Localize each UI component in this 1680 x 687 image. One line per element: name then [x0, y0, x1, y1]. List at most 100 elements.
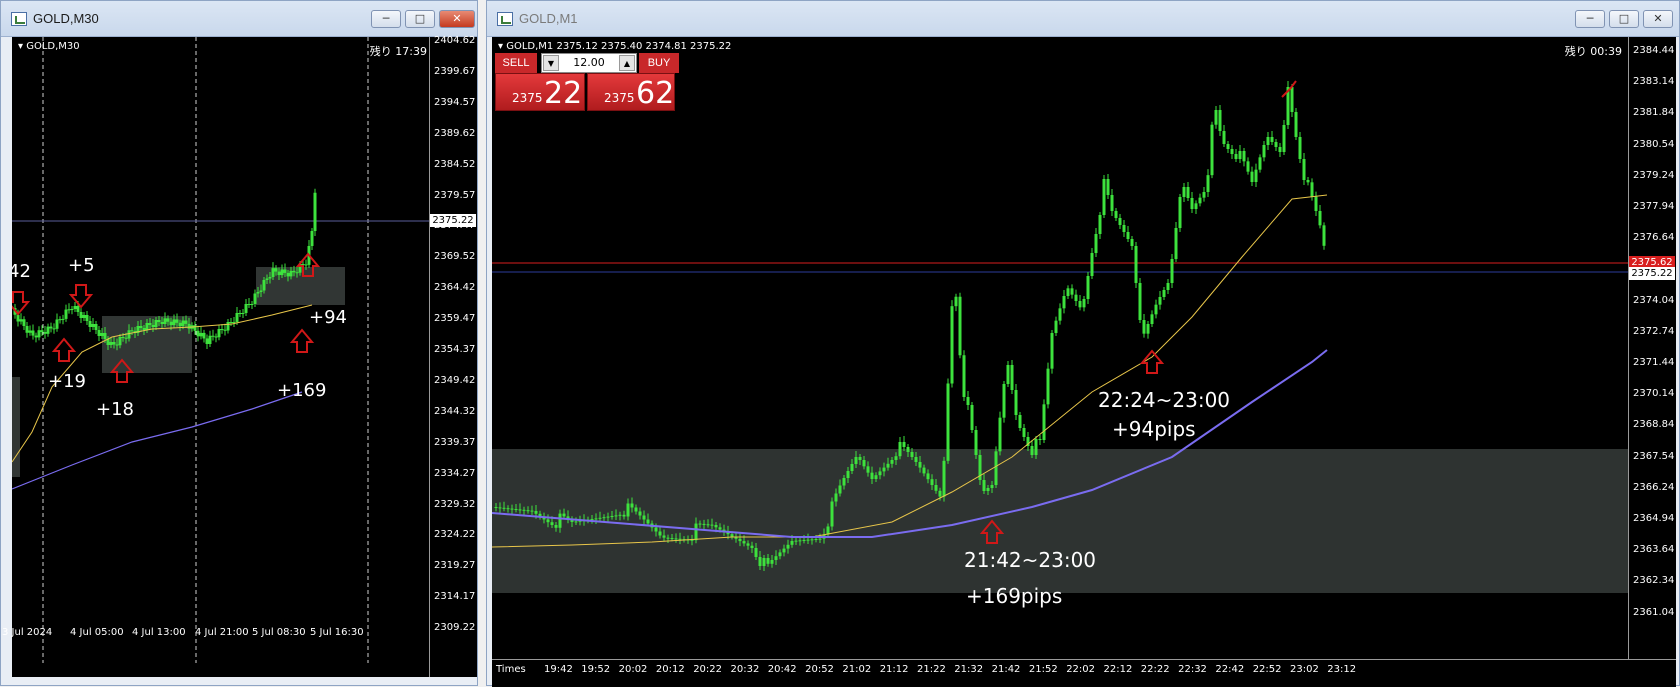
candle-body: [1094, 234, 1098, 253]
minimize-button[interactable]: ─: [371, 10, 401, 28]
candle-body: [289, 270, 293, 277]
candle-body: [229, 322, 233, 323]
price-axis-label: 2364.94: [1633, 513, 1675, 524]
price-axis[interactable]: 2384.44 2383.14 2381.84 2380.54 2379.24 2377.…: [1628, 37, 1676, 659]
time-axis-label: 3 Jul 2024: [2, 627, 53, 638]
collapse-triangle-icon[interactable]: ▾: [498, 41, 503, 52]
buy-price-button[interactable]: 2375 62: [587, 73, 675, 111]
price-axis-label: 2364.42: [434, 282, 476, 294]
buy-button[interactable]: BUY: [639, 53, 679, 73]
candle-body: [798, 540, 802, 542]
price-axis-label: 2377.94: [1633, 201, 1675, 212]
candle-body: [208, 335, 212, 344]
time-axis-label: 23:02: [1290, 664, 1319, 675]
candle-body: [922, 467, 926, 474]
candle-body: [292, 270, 296, 273]
candle-body: [31, 330, 35, 336]
candle-body: [666, 537, 670, 539]
one-click-trading-panel[interactable]: SELL ▼ 12.00 ▲ BUY 2375 22 2375 62: [495, 53, 685, 111]
bar-remaining-time: 残り 17:39: [369, 45, 427, 58]
price-axis-label: 2381.84: [1633, 107, 1675, 119]
close-button[interactable]: ✕: [1643, 10, 1673, 28]
lot-decrease-icon[interactable]: ▼: [543, 55, 559, 71]
candle-body: [1266, 137, 1270, 145]
current-price-tag: 2375.22: [430, 214, 476, 227]
candle-body: [22, 319, 26, 326]
price-chart-m30[interactable]: 42 +5 +19 +18 +94 +169 ▾ GOLD,M30 残り 17:…: [12, 37, 429, 677]
candle-body: [562, 513, 566, 517]
candle-body: [1122, 225, 1126, 232]
collapse-triangle-icon[interactable]: ▾: [18, 41, 23, 52]
candle-body: [770, 560, 774, 564]
price-axis-label: 2309.22: [434, 622, 476, 634]
maximize-button[interactable]: □: [1609, 10, 1639, 28]
candle-body: [738, 538, 742, 542]
price-axis-label: 2344.32: [434, 405, 476, 417]
candle-body: [902, 442, 906, 447]
candle-body: [91, 324, 95, 327]
sell-button[interactable]: SELL: [495, 53, 537, 73]
time-axis-label: 22:12: [1103, 664, 1133, 675]
close-button[interactable]: ✕: [439, 10, 475, 28]
candle-body: [526, 510, 530, 512]
candle-body: [534, 511, 538, 514]
price-axis-label: 2371.44: [1633, 357, 1675, 368]
candle-body: [838, 485, 842, 494]
chart-canvas: 42 +5 +19 +18 +94 +169: [12, 37, 429, 663]
time-axis-label: 22:22: [1140, 664, 1170, 675]
lot-size-input[interactable]: ▼ 12.00 ▲: [541, 53, 637, 73]
candle-body: [866, 466, 870, 473]
candle-body: [1190, 198, 1194, 209]
price-axis-label: 2367.54: [1633, 450, 1675, 462]
price-chart-m1[interactable]: 21:42~23:00 +169pips 22:24~23:00 +94pips…: [492, 37, 1628, 659]
price-axis[interactable]: 2404.62 2399.67 2394.57 2389.62 2384.52 2379.…: [429, 35, 477, 677]
candle-body: [304, 264, 308, 266]
price-axis-label: 2374.04: [1633, 294, 1675, 306]
annotation-pips: +169pips: [966, 584, 1062, 608]
maximize-button[interactable]: □: [405, 10, 435, 28]
candle-body: [642, 515, 646, 520]
minimize-button[interactable]: ─: [1575, 10, 1605, 28]
candle-body: [778, 552, 782, 557]
candle-body: [1086, 276, 1090, 299]
price-axis-label: 2404.62: [434, 35, 476, 46]
candle-body: [946, 383, 950, 461]
time-axis-label: 23:12: [1327, 664, 1357, 675]
candle-body: [37, 330, 41, 338]
candle-body: [706, 524, 710, 526]
time-axis-label: 19:42: [544, 664, 573, 675]
lot-increase-icon[interactable]: ▲: [619, 55, 635, 71]
window-titlebar[interactable]: GOLD,M30 ─ □ ✕: [1, 1, 477, 37]
price-axis-label: 2349.42: [434, 374, 476, 386]
candle-body: [614, 515, 618, 517]
candle-body: [962, 355, 966, 397]
time-axis-label: 4 Jul 05:00: [70, 627, 124, 638]
candle-body: [814, 539, 818, 540]
candle-body: [1046, 368, 1050, 405]
candle-body: [1078, 301, 1082, 308]
candle-body: [1158, 297, 1162, 305]
candle-body: [1114, 211, 1118, 218]
candle-body: [67, 309, 71, 311]
candle-body: [1174, 228, 1178, 259]
candle-body: [25, 326, 29, 333]
candle-body: [494, 507, 498, 508]
time-axis-label: 21:32: [954, 664, 984, 675]
chart-window-gold-m30[interactable]: GOLD,M30 ─ □ ✕ 42 +5 +19 +18 +94 +169 ▾ …: [0, 0, 478, 686]
window-titlebar[interactable]: GOLD,M1 ─ □ ✕: [487, 1, 1679, 37]
candle-body: [58, 319, 62, 321]
time-axis-label: 22:42: [1215, 664, 1245, 675]
candle-body: [1254, 169, 1258, 182]
candle-body: [1106, 179, 1110, 195]
candle-body: [510, 508, 514, 510]
price-axis-label: 2366.24: [1633, 481, 1675, 493]
price-axis-label: 2319.27: [434, 560, 476, 572]
sell-price-button[interactable]: 2375 22: [495, 73, 585, 111]
candle-body: [1310, 182, 1314, 197]
chart-canvas: 21:42~23:00 +169pips 22:24~23:00 +94pips: [492, 80, 1628, 608]
candle-body: [1214, 110, 1218, 125]
window-title: GOLD,M1: [519, 11, 578, 26]
candle-body: [622, 514, 626, 517]
chart-window-gold-m1[interactable]: GOLD,M1 ─ □ ✕ 21:42~23:00 +169pips 22:24…: [486, 0, 1680, 687]
candle-body: [1082, 299, 1086, 308]
